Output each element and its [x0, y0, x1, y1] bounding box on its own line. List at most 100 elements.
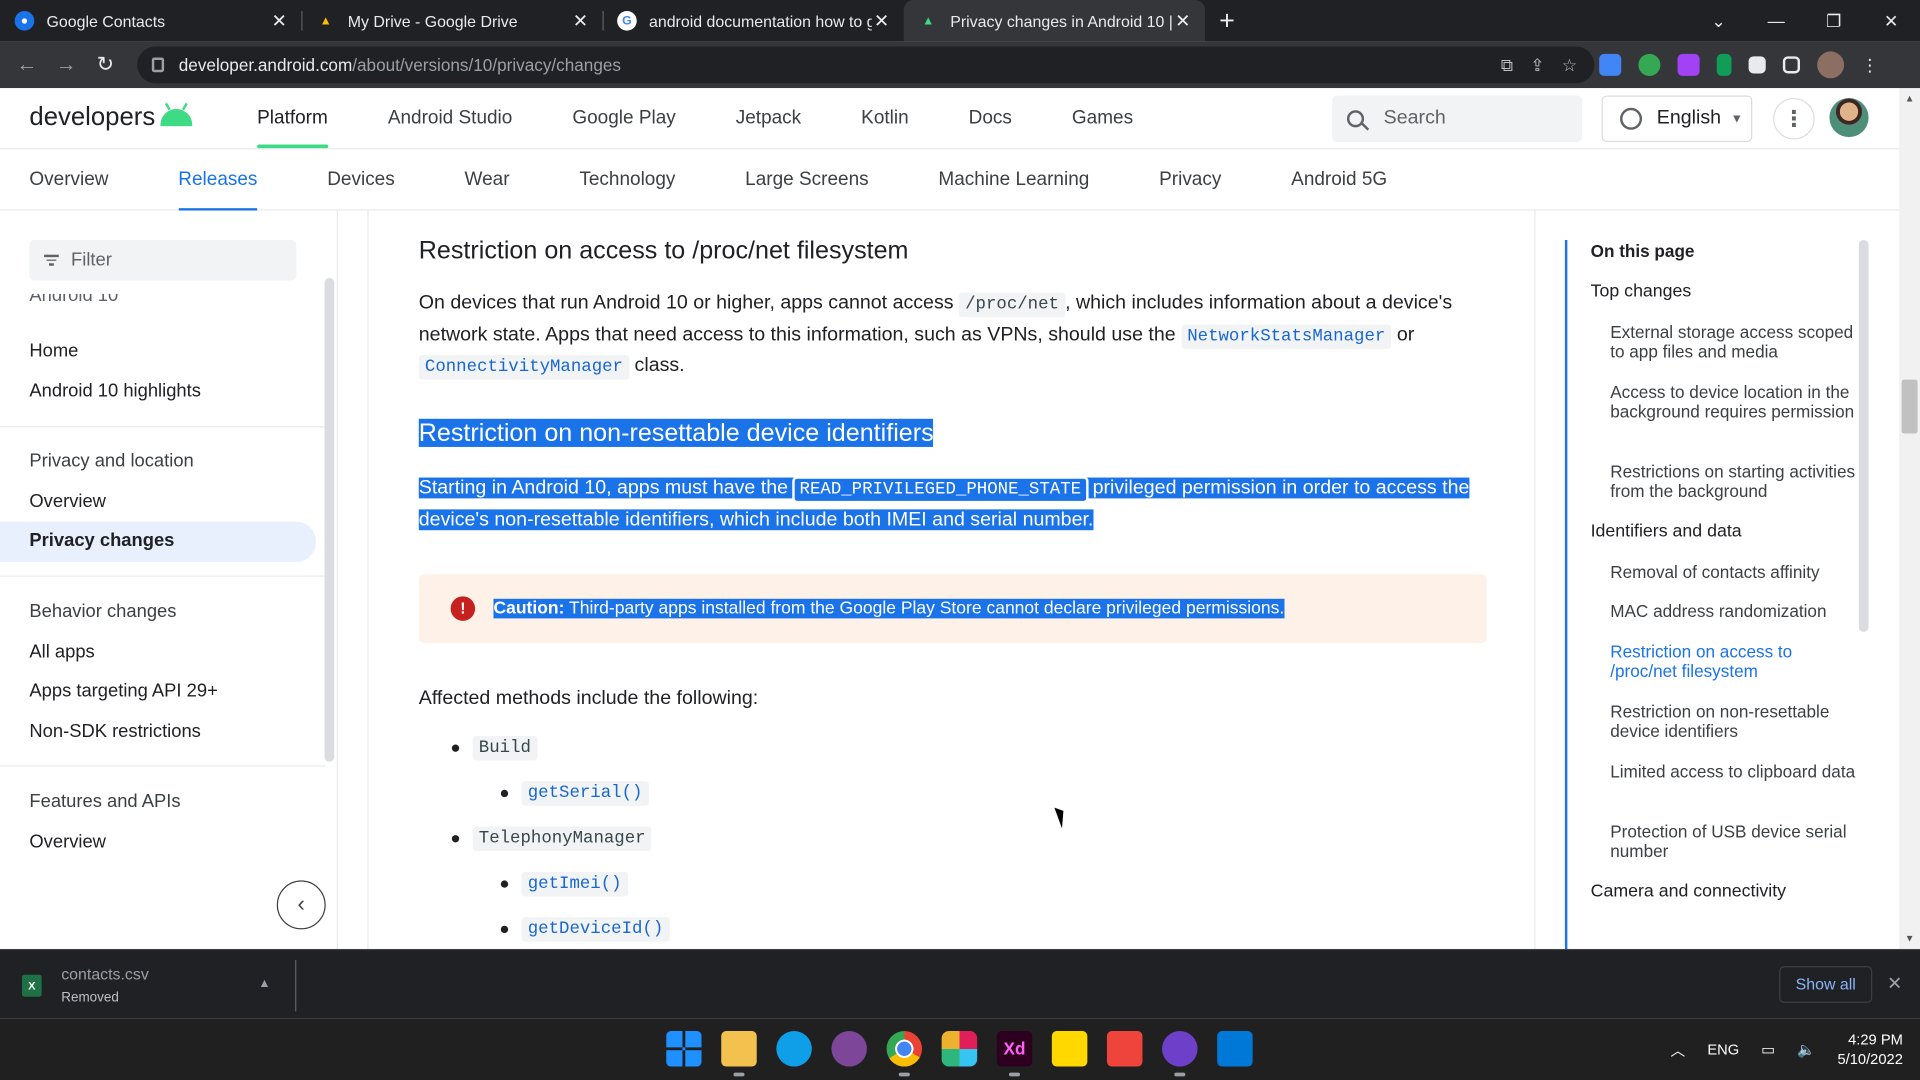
close-window-button[interactable]: ✕	[1862, 0, 1920, 42]
tab-google-drive[interactable]: ▲ My Drive - Google Drive ✕	[301, 0, 602, 42]
file-explorer-icon[interactable]	[721, 1031, 757, 1077]
page-scrollbar-thumb[interactable]	[1901, 379, 1918, 434]
link-getserial[interactable]: getSerial()	[521, 781, 649, 806]
scroll-up-arrow-icon[interactable]: ▲	[1902, 93, 1918, 104]
volume-icon[interactable]: 🔈	[1797, 1041, 1815, 1058]
toc-item[interactable]: Access to device location in the backgro…	[1610, 382, 1861, 422]
toc-item[interactable]: Restriction on non-resettable device ide…	[1610, 702, 1861, 742]
tab-privacy-changes[interactable]: ▲ Privacy changes in Android 10 | ✕	[903, 0, 1205, 42]
new-tab-button[interactable]: +	[1205, 0, 1249, 42]
bookmark-star-icon[interactable]: ☆	[1562, 54, 1577, 75]
close-tab-icon[interactable]: ✕	[571, 10, 591, 32]
close-tab-icon[interactable]: ✕	[269, 10, 289, 32]
page-scrollbar-track[interactable]	[1899, 88, 1920, 949]
nav-kotlin[interactable]: Kotlin	[861, 88, 908, 149]
minimize-button[interactable]: —	[1747, 0, 1805, 42]
tab-privacy[interactable]: Privacy	[1159, 149, 1221, 210]
open-in-app-icon[interactable]: ⧉	[1501, 54, 1513, 75]
edge-icon[interactable]	[776, 1031, 812, 1067]
sidebar-group-behavior[interactable]: Behavior changes	[0, 593, 326, 633]
nav-platform[interactable]: Platform	[257, 88, 328, 149]
back-button[interactable]: ←	[7, 53, 46, 77]
sidebar-item-api-29[interactable]: Apps targeting API 29+	[0, 672, 326, 712]
tab-google-search[interactable]: G android documentation how to g ✕	[602, 0, 903, 42]
sidebar-item-features-overview[interactable]: Overview	[0, 822, 326, 862]
tab-machine-learning[interactable]: Machine Learning	[938, 149, 1089, 210]
toc-item[interactable]: MAC address randomization	[1610, 601, 1861, 621]
toc-item[interactable]: Identifiers and data	[1591, 522, 1742, 542]
tor-browser-icon[interactable]	[831, 1031, 867, 1067]
extension-translate-icon[interactable]	[1599, 53, 1622, 76]
input-language[interactable]: ENG	[1707, 1041, 1739, 1058]
nav-jetpack[interactable]: Jetpack	[736, 88, 801, 149]
tab-search-icon[interactable]: ⌄	[1690, 0, 1748, 42]
vscode-icon[interactable]	[1217, 1031, 1253, 1067]
sidebar-group-features[interactable]: Features and APIs	[0, 782, 326, 822]
sidebar-item-highlights[interactable]: Android 10 highlights	[0, 372, 326, 412]
clock[interactable]: 4:29 PM 5/10/2022	[1837, 1030, 1902, 1069]
link-getimei[interactable]: getImei()	[521, 871, 628, 897]
sidebar-item-privacy-changes[interactable]: Privacy changes	[0, 521, 316, 562]
extensions-puzzle-icon[interactable]	[1748, 56, 1766, 74]
chrome-menu-icon[interactable]: ⋮	[1861, 54, 1878, 76]
toc-item[interactable]: Limited access to clipboard data	[1610, 762, 1861, 782]
nav-google-play[interactable]: Google Play	[572, 88, 675, 149]
user-avatar[interactable]	[1829, 97, 1869, 138]
reload-button[interactable]: ↻	[86, 53, 125, 77]
show-all-button[interactable]: Show all	[1779, 966, 1873, 1003]
github-desktop-icon[interactable]	[1162, 1031, 1198, 1077]
extension-purple-icon[interactable]	[1677, 53, 1700, 76]
tab-releases[interactable]: Releases	[178, 149, 257, 211]
tab-android-5g[interactable]: Android 5G	[1291, 149, 1387, 210]
tab-wear[interactable]: Wear	[465, 149, 510, 210]
maximize-button[interactable]: ❐	[1805, 0, 1863, 42]
link-connectivitymanager[interactable]: ConnectivityManager	[418, 355, 630, 380]
sidebar-item-android-10[interactable]: Android 10	[0, 294, 326, 316]
forward-button[interactable]: →	[47, 53, 86, 77]
developers-logo[interactable]: developers	[29, 103, 192, 132]
adobe-xd-icon[interactable]: Xd	[996, 1031, 1033, 1077]
close-download-bar-icon[interactable]: ✕	[1887, 972, 1902, 994]
profile-avatar[interactable]	[1817, 51, 1845, 79]
sidebar-scrollbar[interactable]	[324, 277, 335, 762]
tab-large-screens[interactable]: Large Screens	[745, 149, 868, 210]
toc-item-active[interactable]: Restriction on access to /proc/net files…	[1610, 642, 1861, 682]
filter-input[interactable]: Filter	[29, 240, 297, 281]
sticky-notes-icon[interactable]	[1051, 1031, 1088, 1067]
chrome-icon[interactable]	[886, 1031, 923, 1077]
slack-icon[interactable]	[941, 1031, 978, 1067]
sidebar-group-privacy[interactable]: Privacy and location	[0, 442, 326, 482]
download-options-chevron-icon[interactable]: ▲	[258, 977, 270, 990]
extension-pin-icon[interactable]	[1716, 53, 1732, 76]
toc-item[interactable]: Restrictions on starting activities from…	[1610, 462, 1861, 502]
toc-scrollbar[interactable]	[1858, 240, 1869, 632]
nav-docs[interactable]: Docs	[969, 88, 1012, 149]
toc-item[interactable]: Removal of contacts affinity	[1610, 562, 1861, 582]
link-getdeviceid[interactable]: getDeviceId()	[521, 917, 670, 942]
side-panel-icon[interactable]	[1782, 56, 1801, 74]
nav-games[interactable]: Games	[1072, 88, 1133, 149]
tab-devices[interactable]: Devices	[327, 149, 395, 210]
sidebar-item-home[interactable]: Home	[0, 332, 326, 372]
close-tab-icon[interactable]: ✕	[872, 10, 892, 32]
show-hidden-icons-chevron[interactable]: ︿	[1671, 1039, 1686, 1060]
sidebar-item-all-apps[interactable]: All apps	[0, 633, 326, 673]
scroll-down-arrow-icon[interactable]: ▼	[1902, 933, 1918, 944]
share-icon[interactable]: ⇪	[1530, 54, 1544, 75]
windows-start-icon[interactable]	[666, 1031, 702, 1067]
network-icon[interactable]: ▭	[1761, 1041, 1775, 1058]
download-item[interactable]: X contacts.csv Removed	[22, 965, 149, 1005]
toc-item[interactable]: Protection of USB device serial number	[1610, 822, 1861, 862]
sidebar-item-privacy-overview[interactable]: Overview	[0, 482, 326, 522]
toc-item[interactable]: Camera and connectivity	[1591, 882, 1786, 902]
language-select[interactable]: English ▼	[1601, 95, 1753, 143]
tab-google-contacts[interactable]: ● Google Contacts ✕	[0, 0, 301, 42]
tab-overview[interactable]: Overview	[29, 149, 108, 210]
tab-technology[interactable]: Technology	[579, 149, 675, 210]
sidebar-item-non-sdk[interactable]: Non-SDK restrictions	[0, 712, 326, 752]
more-options-button[interactable]: ⋮	[1773, 97, 1815, 140]
collapse-sidebar-button[interactable]: ‹	[276, 880, 326, 930]
site-search-input[interactable]: Search	[1332, 95, 1583, 143]
close-tab-icon[interactable]: ✕	[1173, 10, 1193, 32]
nav-android-studio[interactable]: Android Studio	[388, 88, 513, 149]
